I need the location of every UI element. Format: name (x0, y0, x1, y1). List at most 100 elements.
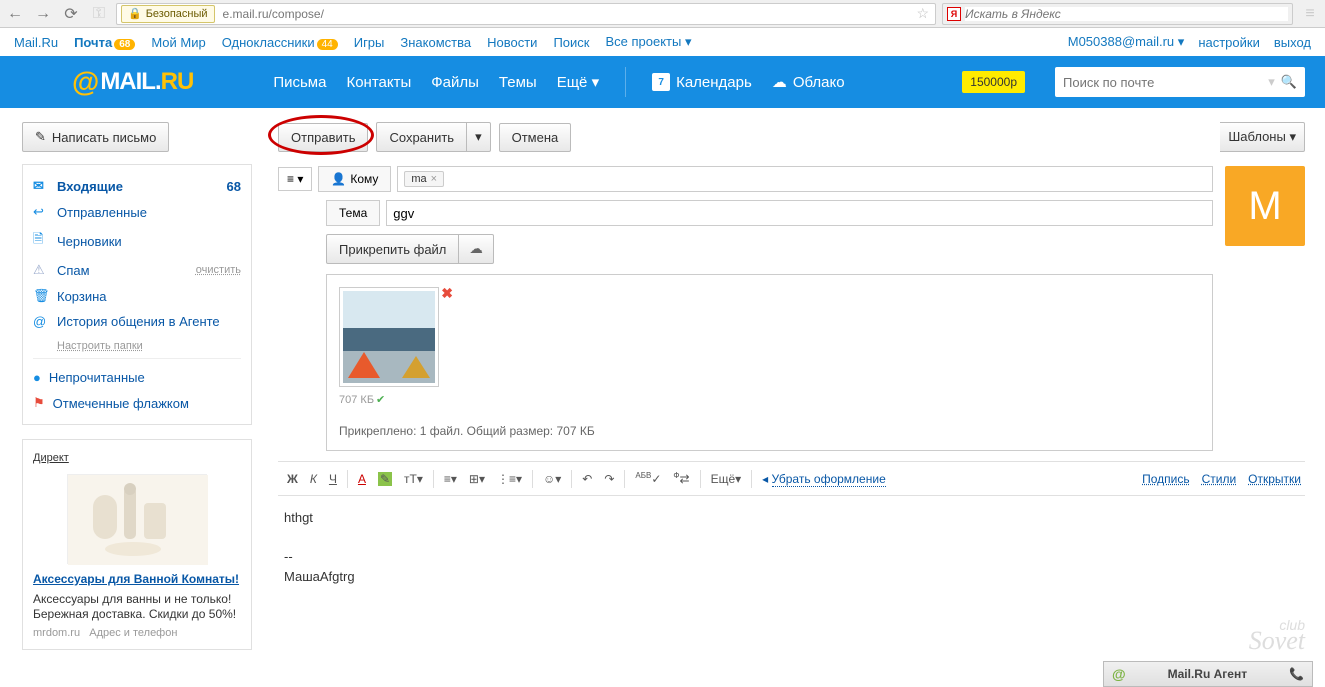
attachment-summary: Прикреплено: 1 файл. Общий размер: 707 К… (339, 424, 1200, 438)
direct-image[interactable] (67, 474, 207, 564)
link-poisk[interactable]: Поиск (553, 35, 589, 50)
forward-icon[interactable]: → (32, 3, 54, 25)
compose-button[interactable]: ✎Написать письмо (22, 122, 169, 152)
save-dropdown[interactable]: ▾ (467, 122, 491, 152)
italic-button[interactable]: К (305, 469, 322, 489)
list-button[interactable]: ⋮≡▾ (492, 469, 527, 489)
filter-unread[interactable]: ●Непрочитанные (33, 365, 241, 390)
settings-folders-link[interactable]: Настроить папки (57, 340, 143, 352)
person-icon: 👤 (331, 172, 346, 186)
mailru-logo[interactable]: @MAIL.RU (72, 66, 193, 98)
nav-pisma[interactable]: Письма (273, 74, 326, 91)
clear-format-button[interactable]: ◂ Убрать оформление (757, 469, 891, 489)
text-color-button[interactable]: A (353, 469, 371, 489)
direct-domain: mrdom.ru Адрес и телефон (33, 627, 241, 639)
folder-inbox[interactable]: ✉Входящие68 (33, 173, 241, 199)
link-odnoklassniki[interactable]: Одноклассники44 (222, 35, 338, 50)
cancel-button[interactable]: Отмена (499, 123, 572, 152)
reload-icon[interactable]: ⟳ (60, 3, 82, 25)
yandex-search[interactable]: Я (942, 3, 1293, 25)
odnokl-badge: 44 (317, 39, 338, 50)
undo-button[interactable]: ↶ (577, 469, 597, 489)
subject-input[interactable] (393, 206, 1206, 221)
back-icon[interactable]: ← (4, 3, 26, 25)
emoji-button[interactable]: ☺▾ (538, 469, 566, 489)
align-button[interactable]: ≡▾ (439, 469, 462, 489)
chevron-down-icon[interactable]: ▾ (1268, 74, 1275, 90)
nav-temy[interactable]: Темы (499, 74, 537, 91)
highlight-button[interactable]: ✎ (373, 469, 397, 489)
direct-heading[interactable]: Директ (33, 452, 69, 464)
spellcheck-button[interactable]: АБВ✓ (630, 468, 666, 489)
key-icon[interactable]: ⚿ (88, 3, 110, 25)
link-exit[interactable]: выход (1274, 35, 1311, 50)
font-size-button[interactable]: тТ▾ (399, 469, 428, 489)
file-icon: 🗎 (33, 230, 49, 252)
nav-oblako[interactable]: ☁Облако (772, 73, 845, 91)
attachments-box: ✖ 707 КБ✔ Прикреплено: 1 файл. Общий раз… (326, 274, 1213, 451)
link-igry[interactable]: Игры (354, 35, 385, 50)
toolbar-more[interactable]: Ещё▾ (706, 469, 747, 489)
address-bar[interactable]: 🔒 Безопасный e.mail.ru/compose/ ☆ (116, 3, 936, 25)
main-panel: Отправить Сохранить ▾ Отмена Шаблоны ▾ ≡… (262, 108, 1325, 687)
underline-button[interactable]: Ч (324, 469, 342, 489)
indent-button[interactable]: ⊞▾ (464, 469, 490, 489)
search-icon[interactable]: 🔍 (1281, 74, 1297, 90)
filter-flagged[interactable]: ⚑Отмеченные флажком (33, 390, 241, 416)
nav-faily[interactable]: Файлы (431, 74, 479, 91)
folder-agent-history[interactable]: @История общения в Агенте (33, 309, 241, 334)
menu-icon[interactable]: ≡ (1299, 3, 1321, 25)
spam-clear-link[interactable]: очистить (196, 264, 241, 276)
user-email[interactable]: M050388@mail.ru ▾ (1068, 34, 1185, 50)
nav-esche[interactable]: Ещё ▾ (557, 73, 599, 91)
cards-link[interactable]: Открытки (1248, 472, 1301, 486)
templates-button[interactable]: Шаблоны ▾ (1220, 122, 1305, 152)
nav-kalendar[interactable]: 7Календарь (652, 73, 752, 91)
yandex-input[interactable] (965, 7, 1288, 21)
subject-input-wrap[interactable] (386, 200, 1213, 226)
link-znakom[interactable]: Знакомства (400, 35, 471, 50)
signature-link[interactable]: Подпись (1142, 472, 1190, 486)
nav-kontakty[interactable]: Контакты (346, 74, 411, 91)
secure-label: Безопасный (146, 8, 208, 20)
mail-search[interactable]: ▾ 🔍 (1055, 67, 1305, 97)
subject-label: Тема (326, 200, 380, 226)
bold-button[interactable]: Ж (282, 469, 303, 489)
link-novosti[interactable]: Новости (487, 35, 537, 50)
chevron-down-icon: ▾ (475, 129, 482, 144)
redo-button[interactable]: ↷ (599, 469, 619, 489)
attach-cloud-button[interactable]: ☁ (459, 234, 493, 264)
styles-link[interactable]: Стили (1202, 472, 1237, 486)
top-links-bar: Mail.Ru Почта68 Мой Мир Одноклассники44 … (0, 28, 1325, 56)
send-button[interactable]: Отправить (278, 123, 368, 152)
to-input[interactable]: ma× (397, 166, 1213, 192)
mail-search-input[interactable] (1063, 75, 1262, 90)
to-label-button[interactable]: 👤Кому (318, 166, 391, 192)
attachment-item[interactable]: ✖ 707 КБ✔ (339, 287, 439, 406)
save-button[interactable]: Сохранить (376, 122, 467, 152)
remove-attachment-icon[interactable]: ✖ (441, 285, 453, 302)
translit-button[interactable]: Ф⇄ (668, 468, 694, 489)
bookmark-star-icon[interactable]: ☆ (916, 5, 929, 22)
attach-button[interactable]: Прикрепить файл (326, 234, 459, 264)
link-settings[interactable]: настройки (1198, 35, 1260, 50)
folder-sent[interactable]: ↩Отправленные (33, 199, 241, 225)
link-mailru[interactable]: Mail.Ru (14, 35, 58, 50)
promo-button[interactable]: 150000р (962, 71, 1025, 93)
chip-remove-icon[interactable]: × (431, 173, 437, 185)
folder-drafts[interactable]: 🗎Черновики (33, 225, 241, 257)
link-vseproj[interactable]: Все проекты ▾ (605, 34, 691, 50)
agent-bar[interactable]: @ Mail.Ru Агент 📞 (1103, 661, 1313, 687)
direct-title-link[interactable]: Аксессуары для Ванной Комнаты! (33, 572, 239, 586)
options-button[interactable]: ≡ ▾ (278, 167, 312, 191)
attach-row: Прикрепить файл ☁ (326, 234, 1213, 264)
link-pochta[interactable]: Почта68 (74, 35, 135, 50)
folder-spam[interactable]: ⚠Спамочистить (33, 257, 241, 283)
link-moimir[interactable]: Мой Мир (151, 35, 205, 50)
attachment-size: 707 КБ✔ (339, 393, 439, 406)
recipient-chip[interactable]: ma× (404, 171, 444, 187)
phone-icon[interactable]: 📞 (1289, 667, 1304, 681)
folder-trash[interactable]: 🗑Корзина (33, 283, 241, 309)
message-body[interactable]: hthgt -- МашаAfgtrg (278, 496, 1305, 598)
browser-toolbar: ← → ⟳ ⚿ 🔒 Безопасный e.mail.ru/compose/ … (0, 0, 1325, 28)
